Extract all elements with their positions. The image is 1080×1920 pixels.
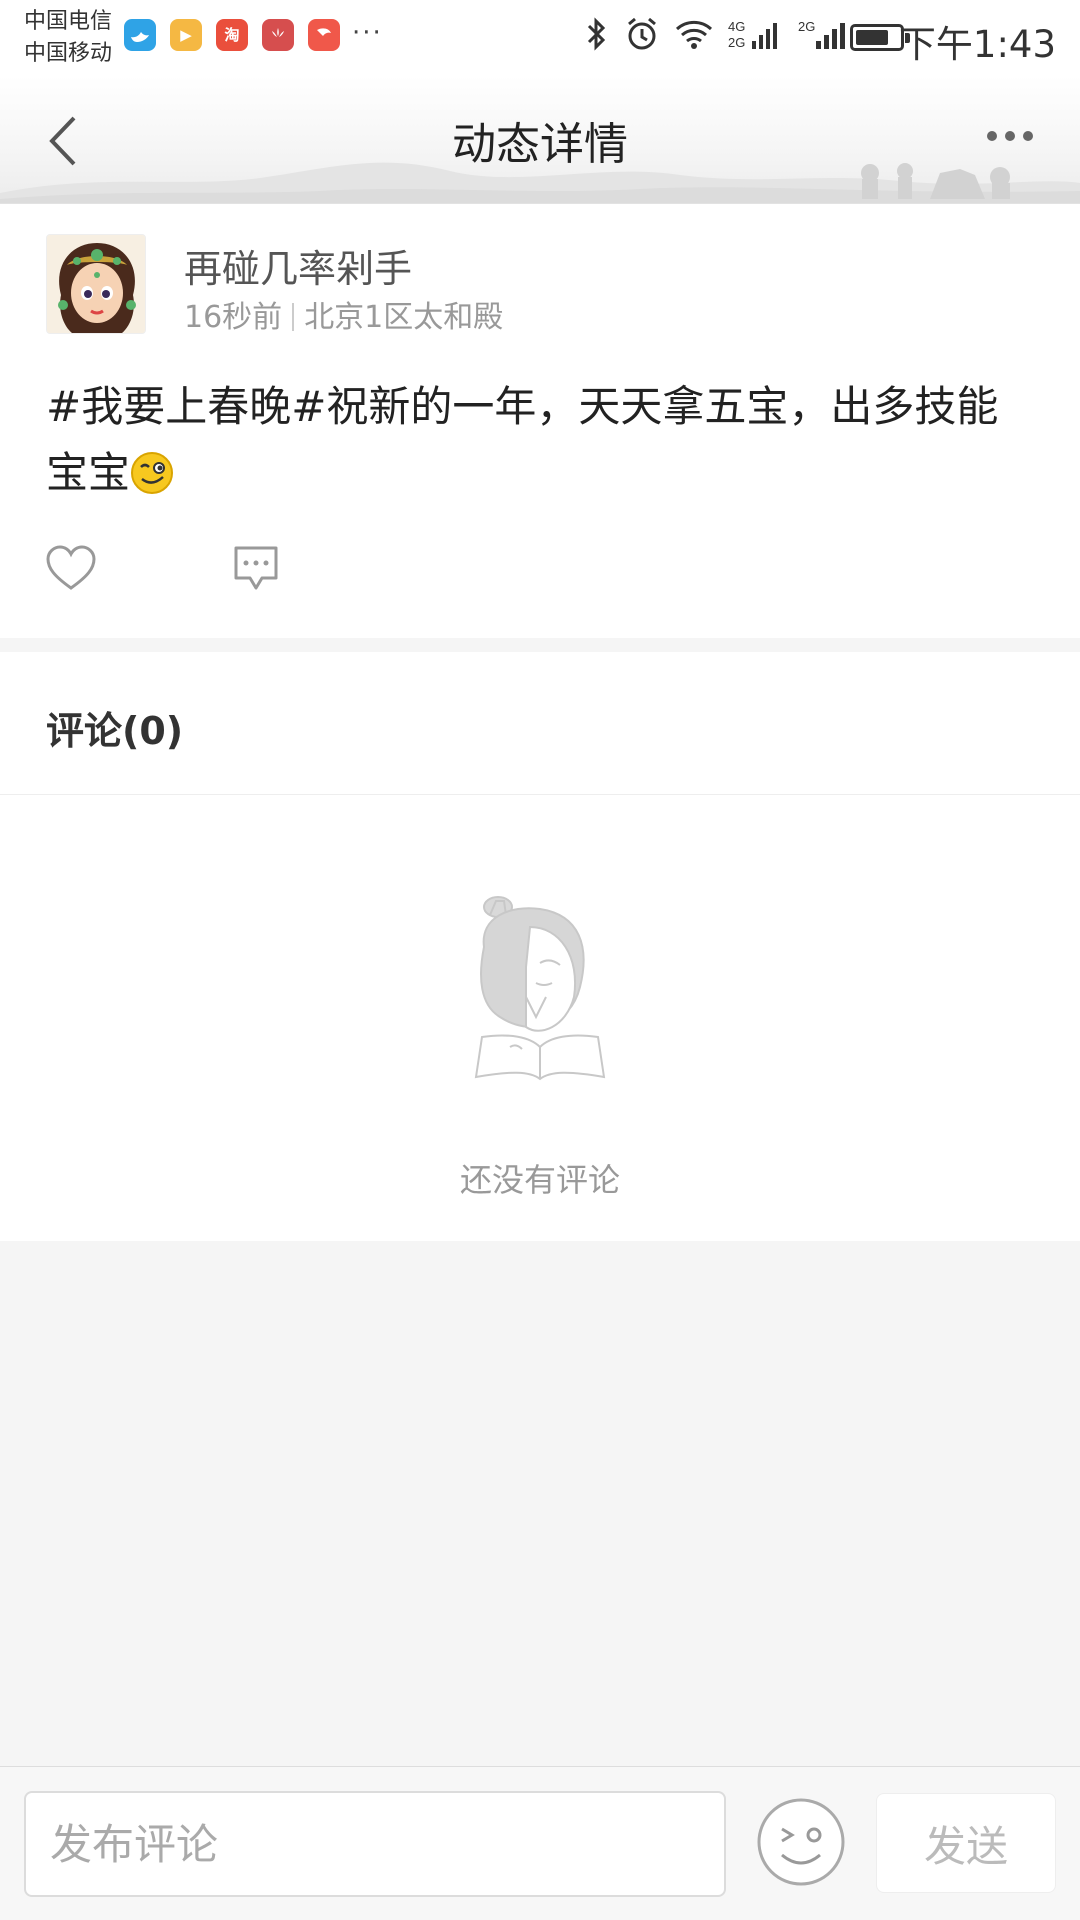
meta-divider <box>292 303 295 331</box>
svg-text:2G: 2G <box>798 19 815 34</box>
post-card: 再碰几率剁手 16秒前 北京1区太和殿 #我要上春晚#祝新的一年，天天拿五宝，出多… <box>0 204 1080 638</box>
comment-button[interactable] <box>232 544 280 594</box>
svg-text:4G: 4G <box>728 19 745 34</box>
huawei-app-icon <box>262 19 294 51</box>
grinning-wink-emoji <box>130 448 174 494</box>
status-bar: 中国电信 中国移动 ▶ 淘 ··· 4G 2G 2G 下午1:43 <box>0 0 1080 76</box>
post-location: 北京1区太和殿 <box>304 300 504 335</box>
play-app-icon: ▶ <box>170 19 202 51</box>
wifi-icon <box>674 17 714 55</box>
post-username[interactable]: 再碰几率剁手 <box>184 238 412 293</box>
carrier-2: 中国移动 <box>24 41 113 66</box>
comment-input[interactable] <box>24 1791 726 1897</box>
notification-icons: ▶ 淘 <box>124 19 340 51</box>
signal-4g-icon: 4G 2G <box>728 17 784 55</box>
empty-comments-state: 还没有评论 <box>0 795 1080 1241</box>
bird-app-icon <box>124 19 156 51</box>
send-button[interactable]: 发送 <box>876 1793 1056 1893</box>
empty-comments-text: 还没有评论 <box>459 1161 620 1199</box>
carrier-1: 中国电信 <box>24 9 113 34</box>
taobao-app-icon: 淘 <box>216 19 248 51</box>
page-title: 动态详情 <box>452 119 628 170</box>
emoji-button[interactable] <box>756 1797 846 1887</box>
carrier-info: 中国电信 中国移动 <box>24 6 112 70</box>
svg-text:2G: 2G <box>728 35 745 50</box>
alarm-icon <box>624 16 660 56</box>
system-icons: 4G 2G 2G <box>584 16 850 56</box>
comments-section-header: 评论(0) <box>0 652 1080 795</box>
reading-character-illustration <box>474 896 606 1081</box>
post-meta: 16秒前 北京1区太和殿 <box>184 292 503 336</box>
more-notifications-indicator: ··· <box>352 18 383 48</box>
battery-icon <box>850 24 910 51</box>
comments-count-title: 评论(0) <box>46 709 184 753</box>
avatar[interactable] <box>46 234 146 334</box>
more-options-button[interactable] <box>980 124 1040 164</box>
status-time: 下午1:43 <box>898 23 1056 66</box>
signal-2g-icon: 2G <box>798 17 850 55</box>
post-text: #我要上春晚#祝新的一年，天天拿五宝，出多技能宝宝 <box>46 382 999 497</box>
comment-composer: 发送 <box>0 1766 1080 1920</box>
bluetooth-icon <box>584 16 610 56</box>
post-time: 16秒前 <box>184 300 283 335</box>
post-content: #我要上春晚#祝新的一年，天天拿五宝，出多技能宝宝 <box>46 374 1036 506</box>
like-button[interactable] <box>44 544 98 594</box>
shrimp-app-icon <box>308 19 340 51</box>
top-app-bar: 动态详情 <box>0 76 1080 204</box>
